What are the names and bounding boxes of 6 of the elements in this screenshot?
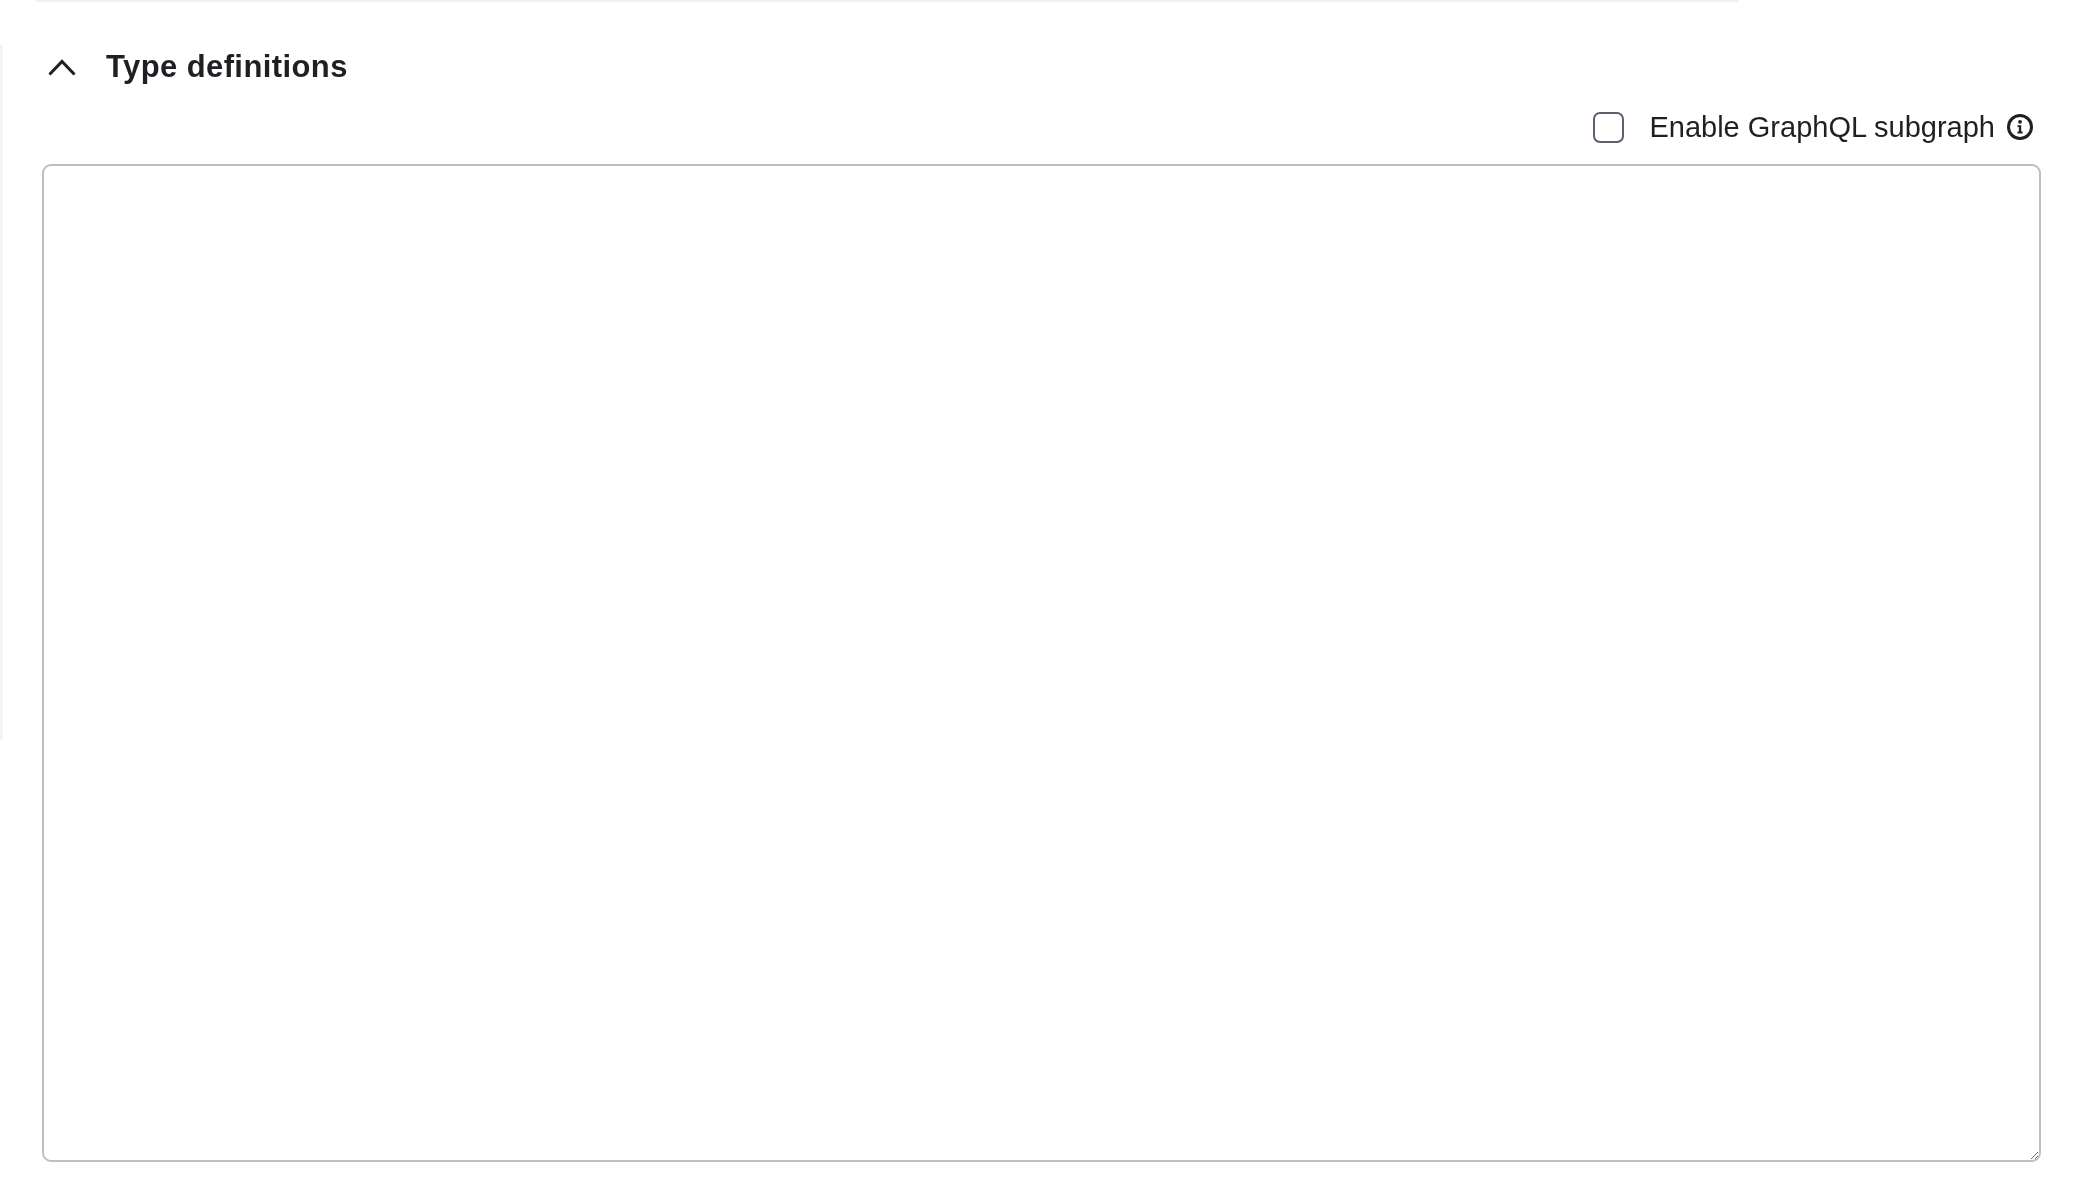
checkbox-label[interactable]: Enable GraphQL subgraph xyxy=(1649,110,1995,144)
chevron-up-icon[interactable] xyxy=(48,58,76,76)
text-area-field[interactable] xyxy=(42,164,2041,1162)
checkbox[interactable] xyxy=(1593,111,1625,143)
section-title: Type definitions xyxy=(106,48,348,86)
info-icon[interactable] xyxy=(2007,114,2033,140)
